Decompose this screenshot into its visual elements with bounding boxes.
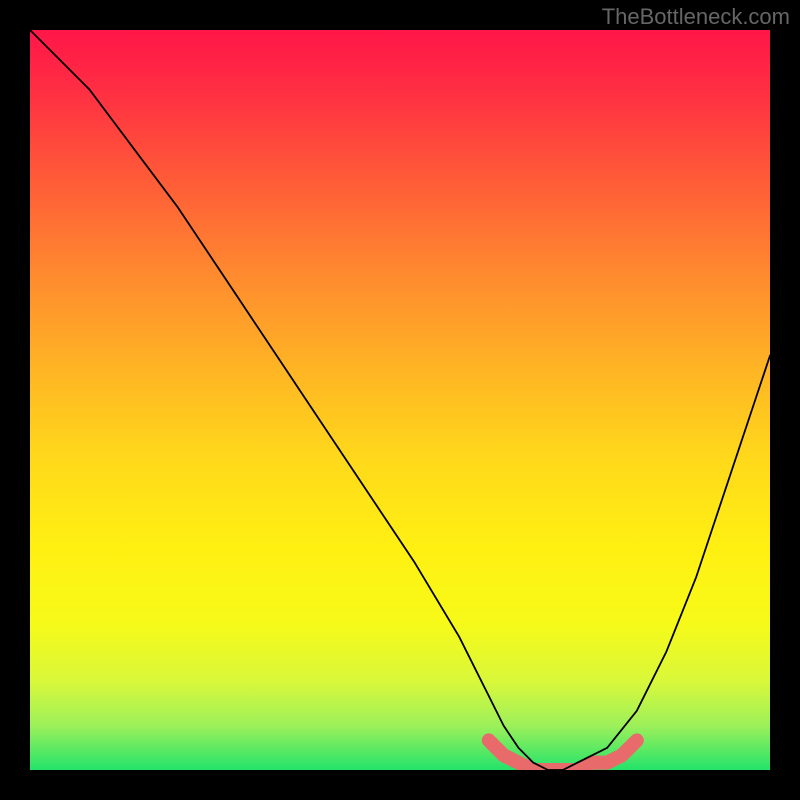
chart-root: TheBottleneck.com <box>0 0 800 800</box>
curve-layer <box>30 30 770 770</box>
watermark-text: TheBottleneck.com <box>602 4 790 30</box>
plot-area <box>30 30 770 770</box>
bottleneck-curve-line <box>30 30 770 770</box>
optimal-range-marker <box>489 740 637 770</box>
